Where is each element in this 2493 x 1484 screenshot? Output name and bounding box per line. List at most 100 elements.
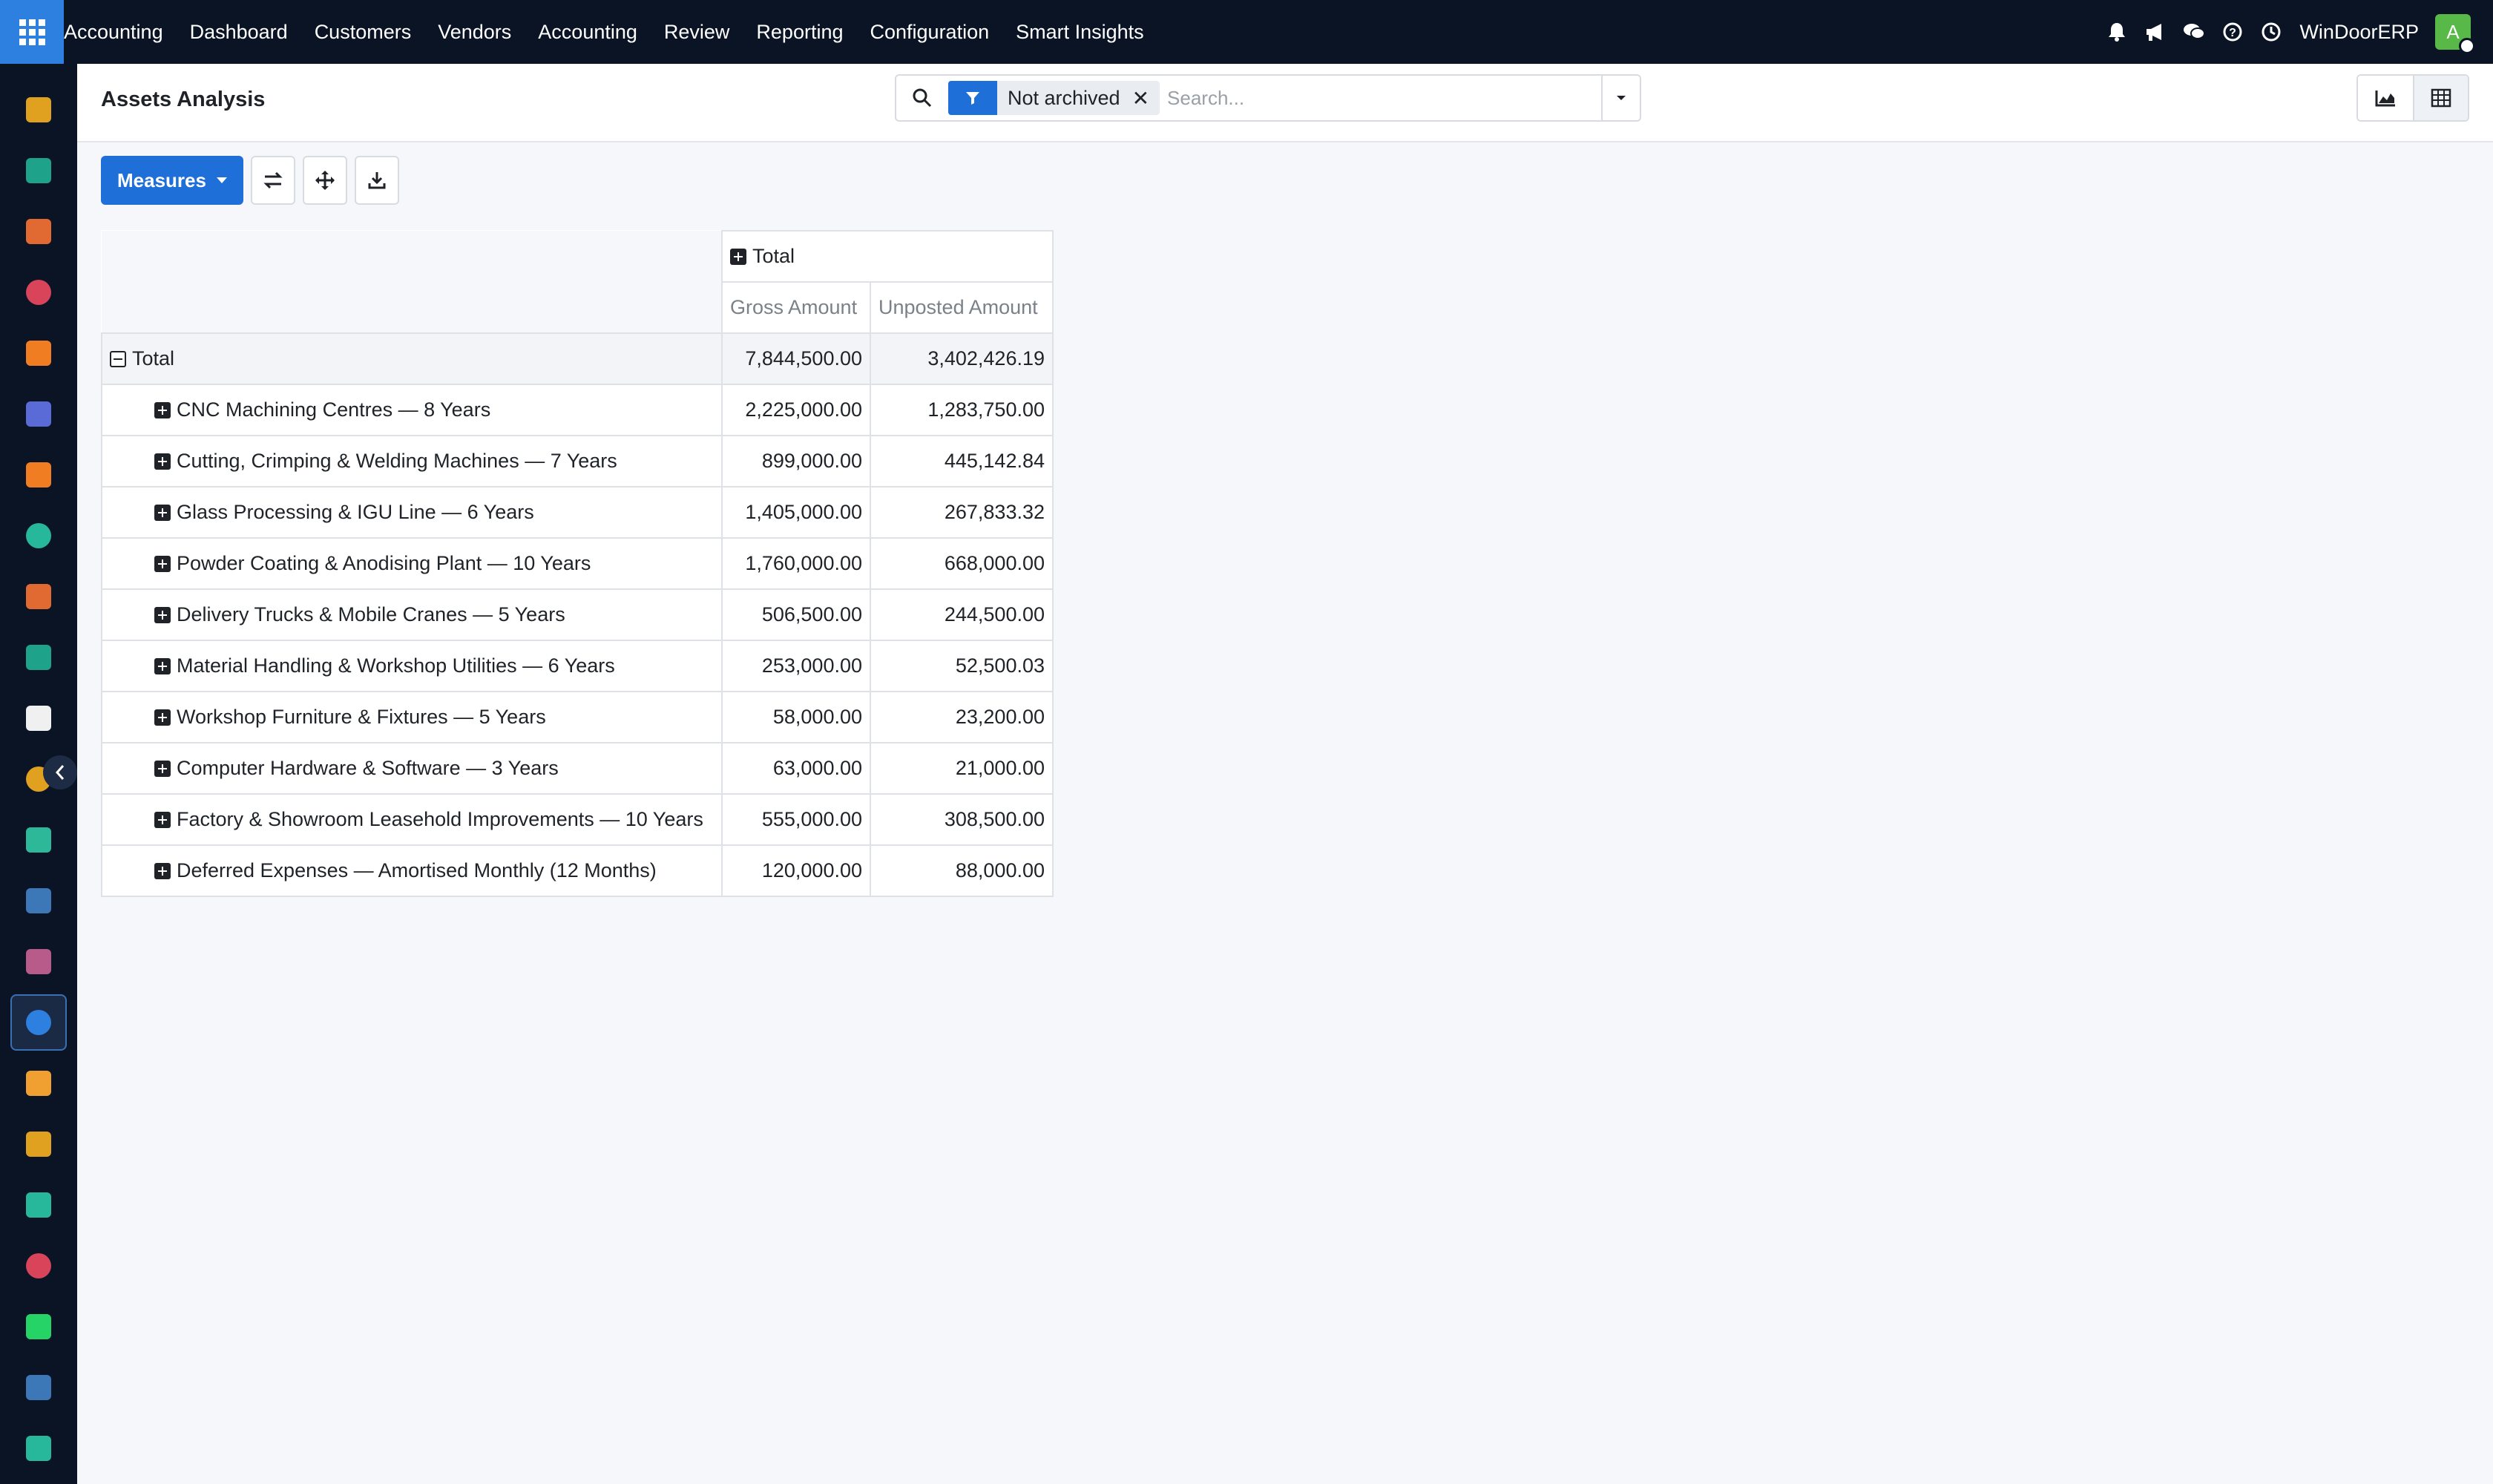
timer-app-icon [26, 1375, 51, 1400]
pivot-row-header[interactable]: Powder Coating & Anodising Plant — 10 Ye… [101, 537, 723, 590]
pivot-cell-gross[interactable]: 7,844,500.00 [721, 332, 871, 385]
close-icon[interactable]: ✕ [1131, 86, 1160, 111]
pivot-view-button[interactable] [2413, 76, 2468, 120]
app-menu-button[interactable] [0, 0, 64, 64]
pivot-cell-gross[interactable]: 899,000.00 [721, 435, 871, 487]
sidebar-app-item[interactable] [10, 568, 67, 625]
pivot-col-header-total[interactable]: Total [721, 230, 1054, 283]
pivot-row: Cutting, Crimping & Welding Machines — 7… [101, 435, 1054, 487]
nav-item[interactable]: Configuration [857, 21, 1003, 44]
search-options-toggle[interactable] [1601, 76, 1640, 120]
sidebar-app-item[interactable] [10, 142, 67, 199]
sidebar-app-item[interactable] [10, 690, 67, 746]
pivot-row-header[interactable]: Glass Processing & IGU Line — 6 Years [101, 486, 723, 539]
pivot-cell-unposted[interactable]: 445,142.84 [870, 435, 1054, 487]
sidebar-app-item[interactable] [10, 933, 67, 990]
measure-header-unposted[interactable]: Unposted Amount [870, 281, 1054, 334]
nav-item[interactable]: Reporting [743, 21, 856, 44]
pivot-row-header[interactable]: CNC Machining Centres — 8 Years [101, 384, 723, 436]
pivot-cell-unposted[interactable]: 3,402,426.19 [870, 332, 1054, 385]
nav-item[interactable]: Dashboard [177, 21, 301, 44]
pivot-row: Factory & Showroom Leasehold Improvement… [101, 793, 1054, 846]
sidebar-app-item[interactable] [10, 1359, 67, 1416]
pivot-cell-gross[interactable]: 506,500.00 [721, 588, 871, 641]
chevron-left-icon [55, 765, 65, 780]
expand-all-button[interactable] [302, 156, 347, 205]
pivot-cell-gross[interactable]: 63,000.00 [721, 742, 871, 795]
sidebar-collapse-button[interactable] [43, 755, 77, 789]
graph-view-button[interactable] [2358, 76, 2413, 120]
discuss-app-icon [26, 97, 51, 122]
chat-icon[interactable] [2175, 0, 2213, 64]
sidebar-app-item[interactable] [10, 812, 67, 868]
pivot-row-header-total[interactable]: Total [101, 332, 723, 385]
sidebar-app-item[interactable] [10, 325, 67, 381]
pivot-cell-unposted[interactable]: 308,500.00 [870, 793, 1054, 846]
pivot-cell-unposted[interactable]: 244,500.00 [870, 588, 1054, 641]
inventory-app-icon [26, 706, 51, 731]
app-brand-accounting[interactable]: Accounting [64, 21, 177, 44]
pivot-cell-unposted[interactable]: 1,283,750.00 [870, 384, 1054, 436]
sidebar-app-item[interactable] [10, 447, 67, 503]
sidebar-app-item[interactable] [10, 629, 67, 686]
pivot-row-header[interactable]: Cutting, Crimping & Welding Machines — 7… [101, 435, 723, 487]
sidebar-app-item[interactable] [10, 203, 67, 260]
pivot-cell-gross[interactable]: 2,225,000.00 [721, 384, 871, 436]
measure-header-gross[interactable]: Gross Amount [721, 281, 871, 334]
company-name[interactable]: WinDoorERP [2299, 21, 2419, 44]
sidebar-app-item[interactable] [10, 994, 67, 1051]
nav-item[interactable]: Accounting [525, 21, 651, 44]
row-header-label: Total [132, 347, 175, 370]
pivot-row-header[interactable]: Factory & Showroom Leasehold Improvement… [101, 793, 723, 846]
pivot-cell-gross[interactable]: 253,000.00 [721, 640, 871, 692]
download-xlsx-button[interactable] [354, 156, 399, 205]
row-header-label: Workshop Furniture & Fixtures — 5 Years [177, 706, 546, 728]
pivot-cell-unposted[interactable]: 668,000.00 [870, 537, 1054, 590]
dashboards-app-icon [26, 280, 51, 305]
pivot-cell-gross[interactable]: 1,405,000.00 [721, 486, 871, 539]
pivot-cell-gross[interactable]: 120,000.00 [721, 844, 871, 897]
sidebar-app-item[interactable] [10, 1298, 67, 1355]
search-facet: Not archived ✕ [948, 81, 1160, 115]
sidebar-app-item[interactable] [10, 508, 67, 564]
pivot-cell-gross[interactable]: 555,000.00 [721, 793, 871, 846]
user-menu[interactable]: A [2435, 14, 2475, 54]
help-icon[interactable]: ? [2213, 0, 2252, 64]
sidebar-app-item[interactable] [10, 1238, 67, 1294]
pivot-row-header[interactable]: Deferred Expenses — Amortised Monthly (1… [101, 844, 723, 897]
pivot-cell-unposted[interactable]: 267,833.32 [870, 486, 1054, 539]
pivot-row-header[interactable]: Material Handling & Workshop Utilities —… [101, 640, 723, 692]
nav-item[interactable]: Review [651, 21, 743, 44]
pivot-row-header[interactable]: Workshop Furniture & Fixtures — 5 Years [101, 691, 723, 743]
row-header-label: Cutting, Crimping & Welding Machines — 7… [177, 450, 617, 472]
sidebar-app-item[interactable] [10, 1116, 67, 1172]
sidebar-app-item[interactable] [10, 386, 67, 442]
clock-icon[interactable] [2252, 0, 2290, 64]
sidebar-app-item[interactable] [10, 873, 67, 929]
pivot-cell-gross[interactable]: 58,000.00 [721, 691, 871, 743]
sidebar-app-item[interactable] [10, 1177, 67, 1233]
website-app-icon [26, 1253, 51, 1278]
pivot-cell-unposted[interactable]: 21,000.00 [870, 742, 1054, 795]
sidebar-app-item[interactable] [10, 1420, 67, 1477]
bell-icon[interactable] [2098, 0, 2136, 64]
search-input[interactable] [1167, 77, 1601, 119]
plus-square-icon [154, 709, 171, 726]
pivot-row-header[interactable]: Computer Hardware & Software — 3 Years [101, 742, 723, 795]
pivot-cell-unposted[interactable]: 52,500.03 [870, 640, 1054, 692]
pivot-cell-gross[interactable]: 1,760,000.00 [721, 537, 871, 590]
sidebar-app-item[interactable] [10, 82, 67, 138]
measures-button[interactable]: Measures [101, 156, 243, 205]
nav-item[interactable]: Smart Insights [1002, 21, 1157, 44]
megaphone-icon[interactable] [2136, 0, 2175, 64]
sidebar-app-item[interactable] [10, 264, 67, 321]
pivot-toolbar: Measures [101, 156, 399, 205]
sidebar-app-item[interactable] [10, 1055, 67, 1112]
pivot-cell-unposted[interactable]: 23,200.00 [870, 691, 1054, 743]
nav-item[interactable]: Vendors [424, 21, 525, 44]
flip-axis-button[interactable] [250, 156, 295, 205]
search-icon[interactable] [896, 76, 948, 120]
nav-item[interactable]: Customers [301, 21, 425, 44]
pivot-row-header[interactable]: Delivery Trucks & Mobile Cranes — 5 Year… [101, 588, 723, 641]
pivot-cell-unposted[interactable]: 88,000.00 [870, 844, 1054, 897]
